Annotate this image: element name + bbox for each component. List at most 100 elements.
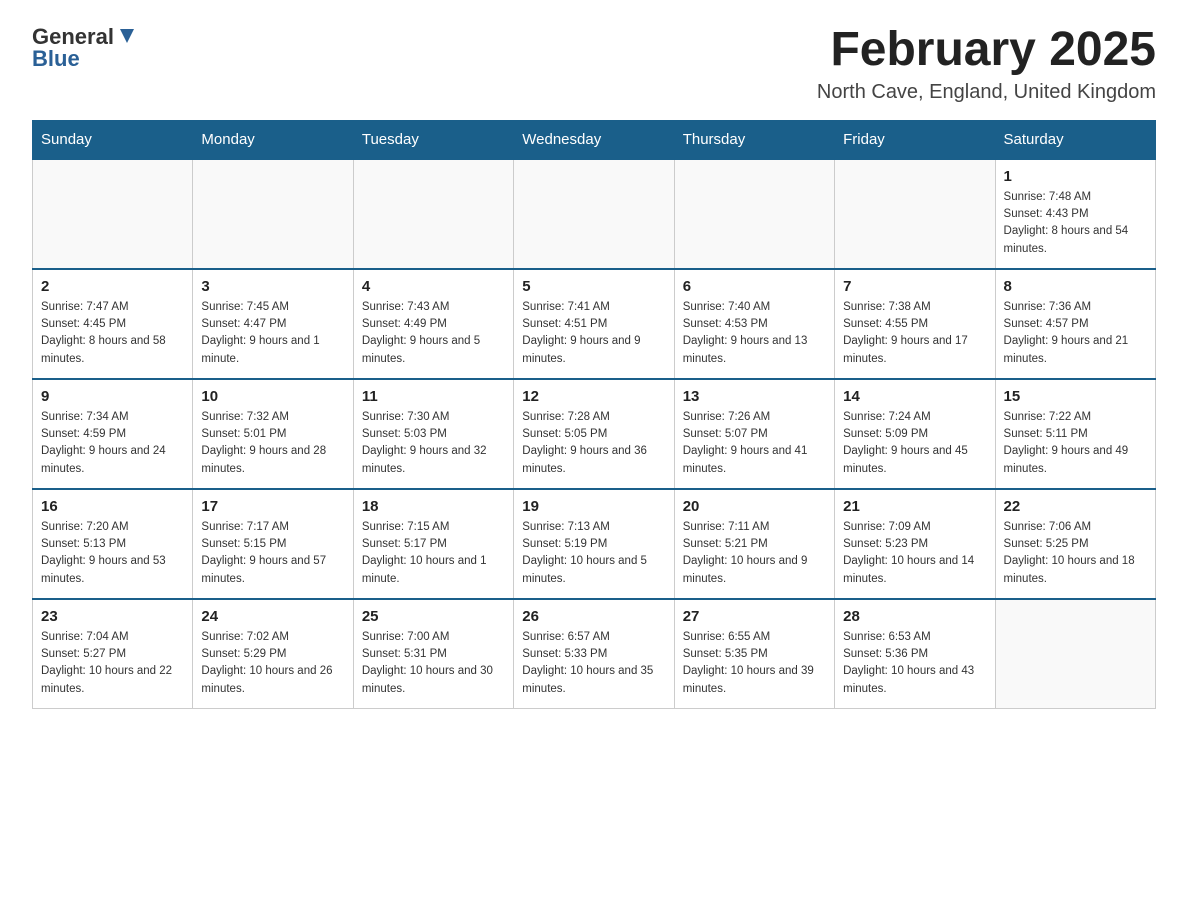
logo: General Blue — [32, 24, 138, 72]
day-number: 2 — [41, 278, 184, 295]
day-number: 11 — [362, 388, 505, 405]
day-number: 17 — [201, 498, 344, 515]
day-info: Sunrise: 7:17 AMSunset: 5:15 PMDaylight:… — [201, 519, 344, 588]
calendar-week-row: 2 Sunrise: 7:47 AMSunset: 4:45 PMDaylight… — [33, 269, 1156, 379]
calendar-cell: 17 Sunrise: 7:17 AMSunset: 5:15 PMDayligh… — [193, 489, 353, 599]
calendar-cell: 23Sunrise: 7:04 AMSunset: 5:27 PMDayligh… — [33, 599, 193, 709]
weekday-header-wednesday: Wednesday — [514, 120, 674, 159]
day-number: 16 — [41, 498, 184, 515]
day-number: 21 — [843, 498, 986, 515]
day-number: 12 — [522, 388, 665, 405]
calendar-cell — [674, 159, 834, 269]
day-info: Sunrise: 7:20 AMSunset: 5:13 PMDaylight:… — [41, 519, 184, 588]
weekday-header-tuesday: Tuesday — [353, 120, 513, 159]
day-number: 1 — [1004, 168, 1147, 185]
day-number: 4 — [362, 278, 505, 295]
calendar-cell: 27 Sunrise: 6:55 AMSunset: 5:35 PMDayligh… — [674, 599, 834, 709]
day-number: 23 — [41, 608, 184, 625]
day-number: 24 — [201, 608, 344, 625]
day-info: Sunrise: 7:11 AMSunset: 5:21 PMDaylight:… — [683, 519, 826, 588]
day-number: 7 — [843, 278, 986, 295]
calendar-cell: 18 Sunrise: 7:15 AMSunset: 5:17 PMDayligh… — [353, 489, 513, 599]
day-number: 25 — [362, 608, 505, 625]
calendar-cell: 15 Sunrise: 7:22 AMSunset: 5:11 PMDayligh… — [995, 379, 1155, 489]
day-number: 18 — [362, 498, 505, 515]
day-info: Sunrise: 7:38 AMSunset: 4:55 PMDaylight:… — [843, 299, 986, 368]
day-info: Sunrise: 6:55 AMSunset: 5:35 PMDaylight:… — [683, 629, 826, 698]
calendar-cell: 24Sunrise: 7:02 AMSunset: 5:29 PMDayligh… — [193, 599, 353, 709]
calendar-cell: 11Sunrise: 7:30 AMSunset: 5:03 PMDayligh… — [353, 379, 513, 489]
day-info: Sunrise: 6:57 AMSunset: 5:33 PMDaylight:… — [522, 629, 665, 698]
day-number: 13 — [683, 388, 826, 405]
day-number: 27 — [683, 608, 826, 625]
calendar-cell: 13 Sunrise: 7:26 AMSunset: 5:07 PMDayligh… — [674, 379, 834, 489]
weekday-header-friday: Friday — [835, 120, 995, 159]
day-number: 19 — [522, 498, 665, 515]
calendar-cell — [353, 159, 513, 269]
day-info: Sunrise: 6:53 AMSunset: 5:36 PMDaylight:… — [843, 629, 986, 698]
calendar-header-row: SundayMondayTuesdayWednesdayThursdayFrid… — [33, 120, 1156, 159]
calendar-week-row: 1 Sunrise: 7:48 AMSunset: 4:43 PMDaylight… — [33, 159, 1156, 269]
calendar-cell — [995, 599, 1155, 709]
day-info: Sunrise: 7:09 AMSunset: 5:23 PMDaylight:… — [843, 519, 986, 588]
calendar-cell: 1 Sunrise: 7:48 AMSunset: 4:43 PMDaylight… — [995, 159, 1155, 269]
calendar-cell: 3Sunrise: 7:45 AMSunset: 4:47 PMDaylight… — [193, 269, 353, 379]
day-info: Sunrise: 7:24 AMSunset: 5:09 PMDaylight:… — [843, 409, 986, 478]
page-header: General Blue February 2025 North Cave, E… — [32, 24, 1156, 104]
day-info: Sunrise: 7:47 AMSunset: 4:45 PMDaylight:… — [41, 299, 184, 368]
day-number: 22 — [1004, 498, 1147, 515]
day-number: 9 — [41, 388, 184, 405]
day-number: 10 — [201, 388, 344, 405]
calendar-cell: 9 Sunrise: 7:34 AMSunset: 4:59 PMDaylight… — [33, 379, 193, 489]
calendar-week-row: 16 Sunrise: 7:20 AMSunset: 5:13 PMDayligh… — [33, 489, 1156, 599]
calendar-cell: 22 Sunrise: 7:06 AMSunset: 5:25 PMDayligh… — [995, 489, 1155, 599]
calendar-cell: 21 Sunrise: 7:09 AMSunset: 5:23 PMDayligh… — [835, 489, 995, 599]
calendar-cell — [193, 159, 353, 269]
calendar-cell: 7 Sunrise: 7:38 AMSunset: 4:55 PMDaylight… — [835, 269, 995, 379]
day-info: Sunrise: 7:41 AMSunset: 4:51 PMDaylight:… — [522, 299, 665, 368]
logo-blue-text: Blue — [32, 46, 80, 72]
day-info: Sunrise: 7:48 AMSunset: 4:43 PMDaylight:… — [1004, 189, 1147, 258]
day-info: Sunrise: 7:28 AMSunset: 5:05 PMDaylight:… — [522, 409, 665, 478]
day-number: 15 — [1004, 388, 1147, 405]
calendar-table: SundayMondayTuesdayWednesdayThursdayFrid… — [32, 120, 1156, 710]
day-number: 14 — [843, 388, 986, 405]
weekday-header-sunday: Sunday — [33, 120, 193, 159]
calendar-cell — [514, 159, 674, 269]
location-title: North Cave, England, United Kingdom — [817, 81, 1156, 104]
weekday-header-monday: Monday — [193, 120, 353, 159]
day-number: 8 — [1004, 278, 1147, 295]
day-info: Sunrise: 7:15 AMSunset: 5:17 PMDaylight:… — [362, 519, 505, 588]
day-number: 26 — [522, 608, 665, 625]
calendar-cell — [33, 159, 193, 269]
calendar-week-row: 23Sunrise: 7:04 AMSunset: 5:27 PMDayligh… — [33, 599, 1156, 709]
day-info: Sunrise: 7:26 AMSunset: 5:07 PMDaylight:… — [683, 409, 826, 478]
calendar-cell: 20 Sunrise: 7:11 AMSunset: 5:21 PMDayligh… — [674, 489, 834, 599]
calendar-cell: 2 Sunrise: 7:47 AMSunset: 4:45 PMDaylight… — [33, 269, 193, 379]
day-number: 20 — [683, 498, 826, 515]
calendar-cell — [835, 159, 995, 269]
logo-triangle-icon — [116, 25, 138, 47]
calendar-cell: 6Sunrise: 7:40 AMSunset: 4:53 PMDaylight… — [674, 269, 834, 379]
day-info: Sunrise: 7:34 AMSunset: 4:59 PMDaylight:… — [41, 409, 184, 478]
day-info: Sunrise: 7:32 AMSunset: 5:01 PMDaylight:… — [201, 409, 344, 478]
calendar-cell: 8Sunrise: 7:36 AMSunset: 4:57 PMDaylight… — [995, 269, 1155, 379]
title-section: February 2025 North Cave, England, Unite… — [817, 24, 1156, 104]
calendar-cell: 10 Sunrise: 7:32 AMSunset: 5:01 PMDayligh… — [193, 379, 353, 489]
day-number: 5 — [522, 278, 665, 295]
calendar-cell: 4 Sunrise: 7:43 AMSunset: 4:49 PMDaylight… — [353, 269, 513, 379]
weekday-header-saturday: Saturday — [995, 120, 1155, 159]
calendar-cell: 19 Sunrise: 7:13 AMSunset: 5:19 PMDayligh… — [514, 489, 674, 599]
day-info: Sunrise: 7:13 AMSunset: 5:19 PMDaylight:… — [522, 519, 665, 588]
day-info: Sunrise: 7:06 AMSunset: 5:25 PMDaylight:… — [1004, 519, 1147, 588]
weekday-header-thursday: Thursday — [674, 120, 834, 159]
day-number: 28 — [843, 608, 986, 625]
day-info: Sunrise: 7:43 AMSunset: 4:49 PMDaylight:… — [362, 299, 505, 368]
month-title: February 2025 — [817, 24, 1156, 77]
calendar-cell: 5 Sunrise: 7:41 AMSunset: 4:51 PMDaylight… — [514, 269, 674, 379]
calendar-cell: 28 Sunrise: 6:53 AMSunset: 5:36 PMDayligh… — [835, 599, 995, 709]
day-info: Sunrise: 7:22 AMSunset: 5:11 PMDaylight:… — [1004, 409, 1147, 478]
calendar-week-row: 9 Sunrise: 7:34 AMSunset: 4:59 PMDaylight… — [33, 379, 1156, 489]
day-info: Sunrise: 7:45 AMSunset: 4:47 PMDaylight:… — [201, 299, 344, 368]
day-info: Sunrise: 7:40 AMSunset: 4:53 PMDaylight:… — [683, 299, 826, 368]
